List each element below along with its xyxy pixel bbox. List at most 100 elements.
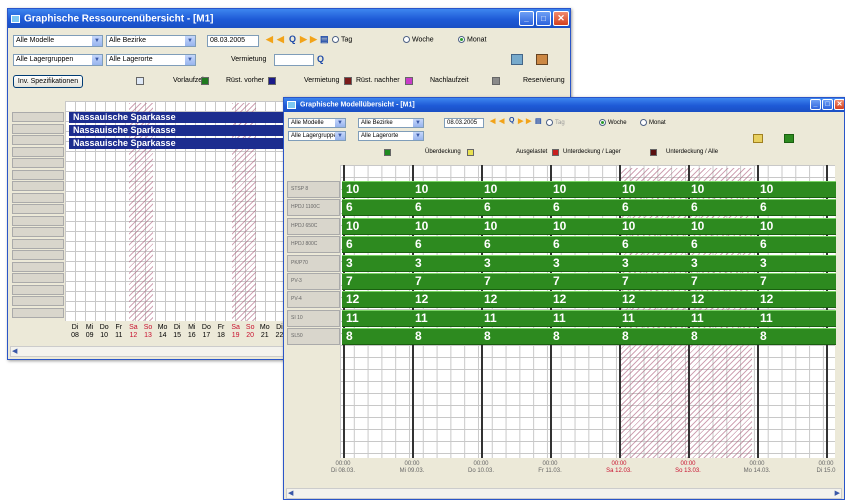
availability-value: 7 bbox=[622, 274, 629, 288]
model-row-label: SI 10 bbox=[287, 309, 340, 327]
time-tick: 00:00 bbox=[473, 461, 489, 467]
search-icon[interactable]: Q bbox=[509, 117, 514, 124]
rental-input[interactable] bbox=[274, 54, 314, 66]
titlebar[interactable]: Graphische Ressourcenübersicht - [M1] _ … bbox=[8, 9, 570, 28]
nav-last-icon[interactable]: ▶ bbox=[526, 117, 531, 125]
horizontal-scrollbar[interactable]: ◀ ▶ bbox=[286, 488, 842, 499]
maximize-button[interactable]: □ bbox=[536, 11, 551, 26]
availability-value: 12 bbox=[691, 292, 705, 307]
day-label: Do bbox=[99, 324, 109, 331]
date-label: 08 bbox=[71, 332, 79, 339]
model-row-label: HPDJ 1100C bbox=[287, 199, 340, 217]
resource-row-label bbox=[12, 296, 64, 306]
view-day-radio[interactable]: Tag bbox=[546, 119, 565, 126]
date-tick: Do 10.03. bbox=[467, 468, 495, 474]
maximize-button[interactable]: □ bbox=[822, 99, 833, 110]
view-week-radio[interactable]: Woche bbox=[599, 119, 627, 126]
day-label: Sa bbox=[129, 324, 138, 331]
availability-value: 7 bbox=[691, 274, 698, 288]
date-label: 21 bbox=[260, 332, 269, 339]
chevron-down-icon: ▼ bbox=[413, 119, 423, 127]
resource-row-label bbox=[12, 227, 64, 237]
availability-value: 10 bbox=[760, 218, 774, 233]
availability-value: 11 bbox=[760, 310, 773, 325]
palette-icon[interactable] bbox=[511, 54, 523, 65]
legend-reservation: Reservierung bbox=[523, 77, 565, 84]
date-label: 19 bbox=[231, 332, 240, 339]
minimize-button[interactable]: _ bbox=[810, 99, 821, 110]
availability-value: 6 bbox=[484, 200, 491, 215]
minimize-button[interactable]: _ bbox=[519, 11, 534, 26]
app-icon bbox=[287, 101, 296, 109]
close-button[interactable]: ✕ bbox=[834, 99, 844, 110]
resource-row-label bbox=[12, 307, 64, 318]
inventory-spec-button[interactable]: Inv. Spezifikationen bbox=[13, 75, 83, 88]
horizontal-scrollbar[interactable]: ◀ bbox=[10, 346, 290, 357]
calendar-icon[interactable]: ▤ bbox=[535, 117, 542, 125]
availability-value: 3 bbox=[553, 255, 560, 270]
nav-next-icon[interactable]: ▶ bbox=[518, 117, 523, 125]
availability-value: 6 bbox=[346, 237, 353, 252]
calendar-icon[interactable]: ▤ bbox=[320, 34, 329, 45]
model-select[interactable]: Alle Modelle ▼ bbox=[288, 118, 346, 128]
search-icon[interactable]: Q bbox=[317, 54, 324, 64]
date-label: 10 bbox=[100, 332, 109, 339]
legend-followup-time: Nachlaufzeit bbox=[430, 77, 469, 84]
date-input[interactable]: 08.03.2005 bbox=[444, 118, 484, 128]
scroll-left-icon[interactable]: ◀ bbox=[288, 489, 293, 497]
view-month-radio[interactable]: Monat bbox=[458, 36, 486, 43]
availability-value: 10 bbox=[553, 218, 567, 233]
district-select[interactable]: Alle Bezirke ▼ bbox=[106, 35, 196, 47]
availability-value: 12 bbox=[760, 292, 774, 307]
scroll-left-icon[interactable]: ◀ bbox=[12, 347, 17, 355]
legend-shortage-all: Unterdeckung / Alle bbox=[666, 149, 719, 155]
availability-value: 6 bbox=[553, 237, 560, 252]
scroll-right-icon[interactable]: ▶ bbox=[835, 489, 840, 497]
date-label: 12 bbox=[129, 332, 138, 339]
availability-value: 8 bbox=[484, 329, 491, 344]
export-icon[interactable] bbox=[784, 134, 794, 143]
nav-first-icon[interactable]: ◀ bbox=[266, 34, 273, 45]
day-label: Mi bbox=[85, 324, 94, 331]
day-label: So bbox=[143, 324, 153, 331]
location-select[interactable]: Alle Lagerorte ▼ bbox=[358, 131, 424, 141]
model-select[interactable]: Alle Modelle ▼ bbox=[13, 35, 103, 47]
booking-bar[interactable]: Nassauische Sparkasse bbox=[69, 112, 287, 123]
availability-value: 11 bbox=[691, 310, 704, 325]
date-tick: Di 08.03. bbox=[330, 468, 355, 474]
availability-value: 10 bbox=[691, 218, 705, 233]
export-icon[interactable] bbox=[536, 54, 548, 65]
chart-icon[interactable] bbox=[753, 134, 763, 143]
date-tick: Mi 09.03. bbox=[399, 468, 425, 474]
nav-first-icon[interactable]: ◀ bbox=[490, 117, 495, 125]
availability-value: 6 bbox=[691, 237, 698, 252]
titlebar[interactable]: Graphische Modellübersicht - [M1] _ □ ✕ bbox=[284, 98, 844, 112]
model-row-label: STSP 8 bbox=[287, 181, 340, 198]
date-label: 17 bbox=[202, 332, 211, 339]
search-icon[interactable]: Q bbox=[289, 34, 296, 44]
nav-prev-icon[interactable]: ◀ bbox=[277, 34, 284, 45]
booking-bar[interactable]: Nassauische Sparkasse bbox=[69, 138, 287, 149]
location-select[interactable]: Alle Lagerorte ▼ bbox=[106, 54, 196, 66]
booking-bar[interactable]: Nassauische Sparkasse bbox=[69, 125, 287, 136]
model-row-label: PV-4 bbox=[287, 291, 340, 309]
resource-row-label bbox=[12, 284, 64, 295]
date-input[interactable]: 08.03.2005 bbox=[207, 35, 259, 47]
availability-value: 3 bbox=[622, 255, 629, 270]
district-select[interactable]: Alle Bezirke ▼ bbox=[358, 118, 424, 128]
model-row-label: HPDJ 800C bbox=[287, 236, 340, 254]
model-row-label: HPDJ 650C bbox=[287, 217, 340, 235]
day-label: Do bbox=[201, 324, 211, 331]
view-week-radio[interactable]: Woche bbox=[403, 36, 434, 43]
nav-last-icon[interactable]: ▶ bbox=[310, 34, 317, 45]
nav-prev-icon[interactable]: ◀ bbox=[499, 117, 504, 125]
nav-next-icon[interactable]: ▶ bbox=[300, 34, 307, 45]
group-select[interactable]: Alle Lagergruppen ▼ bbox=[13, 54, 103, 66]
view-day-radio[interactable]: Tag bbox=[332, 36, 352, 43]
availability-value: 8 bbox=[691, 329, 698, 344]
view-month-radio[interactable]: Monat bbox=[640, 119, 666, 126]
group-select[interactable]: Alle Lagergruppen ▼ bbox=[288, 131, 346, 141]
close-button[interactable]: ✕ bbox=[553, 11, 569, 26]
time-tick: 00:00 bbox=[680, 461, 696, 467]
availability-value: 10 bbox=[553, 182, 567, 196]
